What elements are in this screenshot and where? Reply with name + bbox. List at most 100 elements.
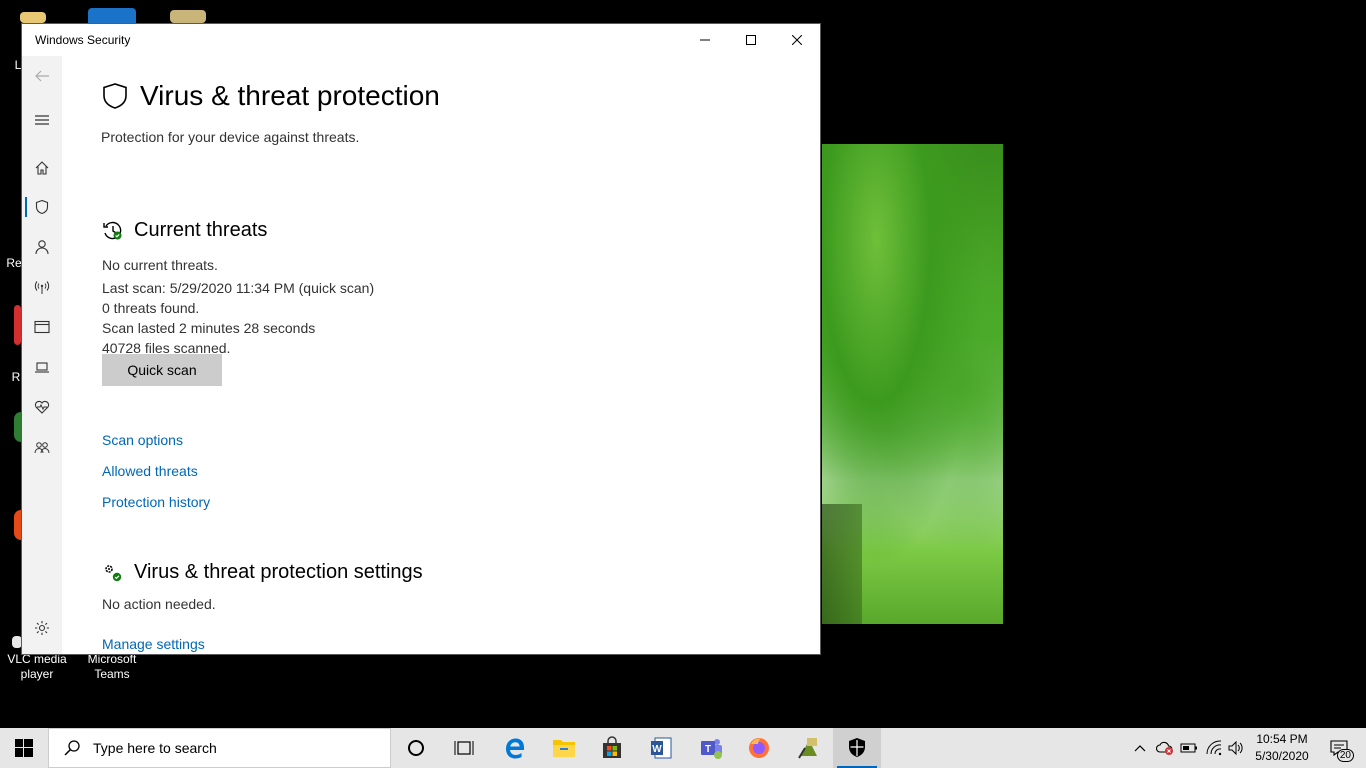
windows-security-icon — [849, 738, 865, 757]
desktop-red-app-icon[interactable] — [14, 305, 21, 345]
last-scan-info: Last scan: 5/29/2020 11:34 PM (quick sca… — [102, 280, 375, 296]
desktop-mail-icon[interactable] — [170, 10, 206, 23]
tray-volume[interactable] — [1224, 728, 1248, 768]
taskbar-clock[interactable]: 10:54 PM 5/30/2020 — [1250, 731, 1314, 765]
taskbar-file-explorer[interactable] — [540, 728, 588, 768]
tray-network[interactable] — [1202, 728, 1226, 768]
close-icon — [792, 35, 802, 45]
person-icon — [35, 240, 49, 255]
svg-text:W: W — [652, 744, 662, 755]
battery-icon — [1180, 743, 1197, 753]
window-title: Windows Security — [35, 33, 131, 47]
close-button[interactable] — [774, 24, 820, 56]
desktop-partial-label: R — [11, 370, 21, 384]
wallpaper-image — [822, 144, 1003, 624]
store-icon — [603, 736, 621, 758]
cloud-alert-icon — [1156, 741, 1173, 755]
current-threats-heading: Current threats — [134, 219, 268, 241]
speaker-icon — [1228, 740, 1243, 756]
family-icon — [34, 442, 50, 454]
protection-history-link[interactable]: Protection history — [102, 494, 210, 510]
desktop-orange-app-icon[interactable] — [14, 510, 21, 540]
cortana-icon — [408, 740, 424, 756]
minimize-button[interactable] — [682, 24, 728, 56]
cortana-button[interactable] — [392, 728, 440, 768]
svg-text:T: T — [705, 744, 711, 755]
app-icon — [798, 738, 817, 759]
teams-desktop-label[interactable]: Microsoft Teams — [80, 652, 144, 682]
sidebar-item-family-options[interactable] — [22, 430, 62, 466]
browser-window-icon — [34, 320, 50, 334]
quick-scan-button[interactable]: Quick scan — [102, 354, 222, 386]
settings-gears-icon — [105, 564, 122, 581]
sidebar-item-firewall[interactable] — [22, 269, 62, 305]
back-button[interactable] — [22, 58, 62, 94]
sidebar-item-device-security[interactable] — [22, 349, 62, 385]
scan-history-icon — [103, 221, 122, 239]
allowed-threats-link[interactable]: Allowed threats — [102, 463, 198, 479]
start-button[interactable] — [0, 728, 48, 768]
tray-battery[interactable] — [1177, 728, 1201, 768]
taskbar-edge[interactable] — [491, 728, 539, 768]
wifi-icon — [1206, 740, 1222, 756]
task-view-button[interactable] — [440, 728, 488, 768]
sidebar-item-settings[interactable] — [22, 610, 62, 646]
manage-settings-link[interactable]: Manage settings — [102, 636, 205, 652]
main-content: Virus & threat protection Protection for… — [62, 56, 820, 654]
tray-security-status[interactable] — [1153, 728, 1177, 768]
action-center-button[interactable]: 20 — [1322, 728, 1356, 768]
shield-icon — [35, 199, 49, 215]
taskbar-store[interactable] — [588, 728, 636, 768]
sidebar-item-app-browser-control[interactable] — [22, 309, 62, 345]
back-arrow-icon — [35, 70, 49, 82]
home-icon — [35, 161, 49, 175]
sidebar-item-virus-protection[interactable] — [22, 189, 62, 225]
desktop-app-icon[interactable] — [88, 8, 136, 23]
title-bar[interactable]: Windows Security — [22, 24, 820, 56]
clock-date: 5/30/2020 — [1255, 749, 1309, 763]
taskbar: Type here to search W T 10:54 PM 5/30/20… — [0, 728, 1366, 768]
desktop-folder-icon[interactable] — [20, 12, 46, 23]
taskbar-teams[interactable]: T — [687, 728, 735, 768]
windows-logo-icon — [15, 739, 33, 757]
scan-duration: Scan lasted 2 minutes 28 seconds — [102, 320, 316, 336]
taskbar-windows-security[interactable] — [833, 728, 881, 768]
sidebar-item-device-health[interactable] — [22, 389, 62, 425]
teams-icon: T — [701, 739, 722, 759]
page-header: Virus & threat protection — [102, 80, 440, 112]
settings-status: No action needed. — [102, 596, 216, 612]
threat-status: No current threats. — [102, 257, 218, 273]
antenna-icon — [34, 281, 50, 294]
maximize-button[interactable] — [728, 24, 774, 56]
threats-found: 0 threats found. — [102, 300, 200, 316]
notification-count: 20 — [1336, 749, 1354, 762]
sidebar — [22, 56, 62, 654]
word-icon: W — [651, 737, 672, 759]
scan-options-link[interactable]: Scan options — [102, 432, 183, 448]
clock-time: 10:54 PM — [1256, 732, 1308, 746]
settings-section-header: Virus & threat protection settings — [102, 561, 423, 584]
show-hidden-icons-button[interactable] — [1128, 728, 1152, 768]
vlc-label[interactable]: VLC media player — [4, 652, 70, 682]
taskbar-word[interactable]: W — [637, 728, 685, 768]
taskbar-firefox[interactable] — [735, 728, 783, 768]
sidebar-item-account-protection[interactable] — [22, 229, 62, 265]
search-icon — [64, 740, 80, 756]
chevron-up-icon — [1134, 745, 1146, 752]
taskbar-search-box[interactable]: Type here to search — [48, 728, 391, 768]
desktop-green-app-icon[interactable] — [14, 412, 21, 442]
task-view-icon — [454, 741, 474, 755]
current-threats-header: Current threats — [102, 219, 267, 242]
hamburger-menu-button[interactable] — [22, 102, 62, 138]
laptop-icon — [35, 362, 49, 373]
heart-pulse-icon — [34, 400, 50, 414]
desktop-partial-label: Re — [6, 256, 22, 270]
gear-icon — [35, 621, 49, 635]
sidebar-item-home[interactable] — [22, 150, 62, 186]
shield-icon — [103, 83, 127, 109]
windows-security-window: Windows Security Virus & threat protecti… — [21, 23, 821, 655]
taskbar-app[interactable] — [785, 728, 833, 768]
maximize-icon — [746, 35, 756, 45]
minimize-icon — [700, 39, 710, 41]
firefox-icon — [749, 738, 769, 758]
